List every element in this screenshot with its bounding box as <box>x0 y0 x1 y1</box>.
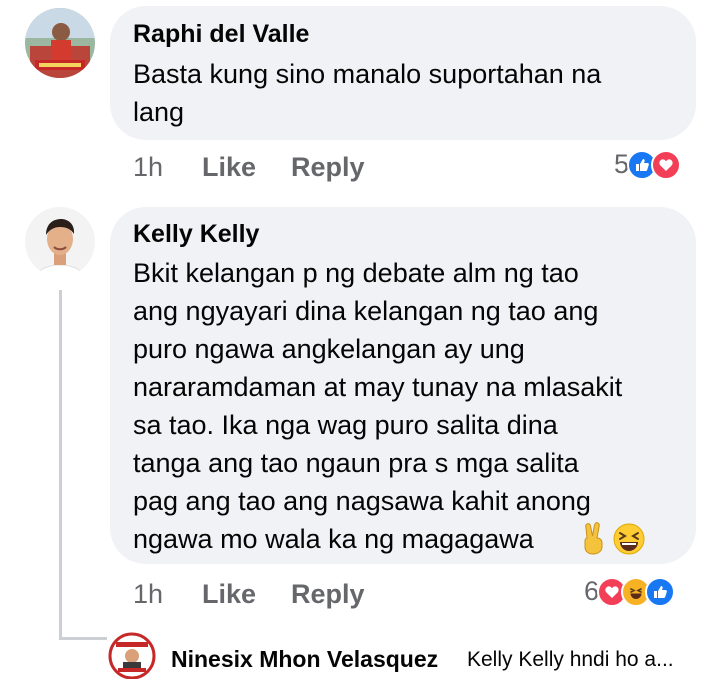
laughing-emoji <box>612 522 646 556</box>
love-icon <box>651 149 682 180</box>
comment-timestamp[interactable]: 1h <box>133 152 163 183</box>
avatar[interactable] <box>25 207 95 277</box>
reply-author[interactable]: Ninesix Mhon Velasquez <box>171 646 438 673</box>
thread-branch <box>59 637 107 640</box>
comment-author[interactable]: Raphi del Valle <box>133 20 309 49</box>
reply-preview-text[interactable]: Kelly Kelly hndi ho a... <box>467 648 674 672</box>
comment-text: Bkit kelangan p ng debate alm ng tao ang… <box>133 258 623 554</box>
comment-timestamp[interactable]: 1h <box>133 579 163 610</box>
reply-button[interactable]: Reply <box>291 579 365 610</box>
like-icon <box>645 576 676 607</box>
like-button[interactable]: Like <box>202 579 256 610</box>
like-button[interactable]: Like <box>202 152 256 183</box>
comment-author[interactable]: Kelly Kelly <box>133 220 259 249</box>
reaction-summary[interactable]: 6 <box>584 576 676 607</box>
comment-text: Basta kung sino manalo suportahan na lan… <box>133 59 602 127</box>
reaction-summary[interactable]: 5 <box>614 149 682 180</box>
avatar[interactable] <box>25 8 95 78</box>
victory-hand-emoji <box>578 521 610 555</box>
avatar[interactable] <box>108 632 156 679</box>
thread-line <box>59 290 62 640</box>
reply-button[interactable]: Reply <box>291 152 365 183</box>
